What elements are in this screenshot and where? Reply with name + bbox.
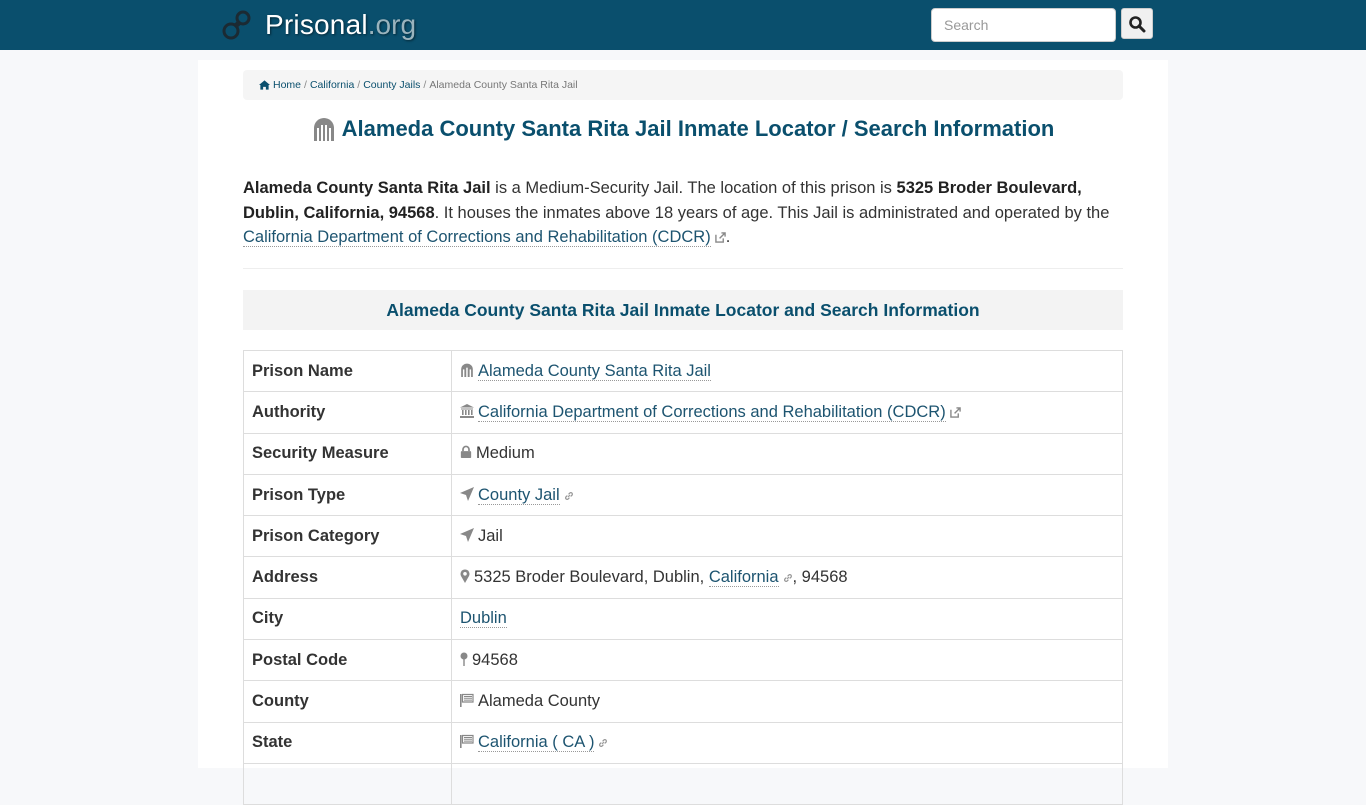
intro-prison-name: Alameda County Santa Rita Jail <box>243 179 491 197</box>
location-arrow-icon <box>460 527 474 542</box>
external-link-icon <box>949 407 961 418</box>
row-value <box>451 762 1123 805</box>
row-label: Prison Type <box>243 473 452 517</box>
table-row: Security Measure Medium <box>243 432 1123 475</box>
brand-name: Prisonal <box>265 9 368 40</box>
row-value: Alameda County <box>451 680 1123 723</box>
table-row: Prison Category Jail <box>243 515 1123 558</box>
search-button[interactable] <box>1121 8 1153 39</box>
table-row: Prison Type County Jail <box>243 473 1123 517</box>
breadcrumb-separator: / <box>423 79 427 91</box>
prison-category-value: Jail <box>478 526 503 545</box>
state-link[interactable]: California ( CA ) <box>478 733 595 753</box>
row-label: County <box>243 680 452 723</box>
prison-icon <box>461 363 473 377</box>
divider <box>243 268 1123 269</box>
row-label: Prison Category <box>243 515 452 558</box>
breadcrumb-separator: / <box>357 79 361 91</box>
page-title-text: Alameda County Santa Rita Jail Inmate Lo… <box>341 116 1055 141</box>
row-label: Postal Code <box>243 639 452 682</box>
flag-icon <box>460 693 474 708</box>
handcuffs-icon <box>222 10 251 40</box>
row-label <box>243 762 452 805</box>
address-state-link[interactable]: California <box>708 568 779 588</box>
intro-text: is a Medium-Security Jail. The location … <box>490 179 897 197</box>
map-pin-icon <box>460 652 468 666</box>
intro-paragraph: Alameda County Santa Rita Jail is a Medi… <box>243 176 1123 250</box>
row-value: 94568 <box>451 639 1123 682</box>
row-value: Alameda County Santa Rita Jail <box>451 349 1123 393</box>
row-label: Prison Name <box>243 349 452 393</box>
breadcrumb: Home / California / County Jails / Alame… <box>243 70 1123 100</box>
address-street: 5325 Broder Boulevard, Dublin, <box>474 568 709 587</box>
table-row: City Dublin <box>243 597 1123 641</box>
table-row: Prison Name Alameda County Santa Rita Ja… <box>243 349 1123 393</box>
intro-text: . <box>725 228 731 246</box>
row-label: Security Measure <box>243 432 452 475</box>
breadcrumb-home[interactable]: Home <box>273 79 301 91</box>
prison-info-table: Prison Name Alameda County Santa Rita Ja… <box>243 349 1123 805</box>
row-value: California ( CA ) <box>451 721 1123 764</box>
postal-code-value: 94568 <box>472 650 518 669</box>
city-link[interactable]: Dublin <box>460 609 507 629</box>
brand-tld: .org <box>367 9 417 40</box>
table-row: Postal Code 94568 <box>243 639 1123 682</box>
main-container: Home / California / County Jails / Alame… <box>198 60 1168 805</box>
row-value: Jail <box>451 515 1123 558</box>
intro-text: . It houses the inmates above 18 years o… <box>434 203 1110 222</box>
prison-icon <box>313 118 334 141</box>
row-value: County Jail <box>451 473 1123 517</box>
top-navbar: Prisonal .org <box>0 0 1366 50</box>
page-title: Alameda County Santa Rita Jail Inmate Lo… <box>243 116 1123 142</box>
row-value: 5325 Broder Boulevard, Dublin, Californi… <box>451 556 1123 599</box>
section-heading: Alameda County Santa Rita Jail Inmate Lo… <box>243 290 1123 330</box>
row-value: California Department of Corrections and… <box>451 391 1123 434</box>
row-value: Medium <box>451 432 1123 475</box>
intro-authority-link[interactable]: California Department of Corrections and… <box>243 228 711 247</box>
row-value: Dublin <box>451 597 1123 641</box>
lock-icon <box>460 445 472 459</box>
breadcrumb-county-jails[interactable]: County Jails <box>363 79 420 91</box>
external-link-icon <box>714 232 726 243</box>
county-value: Alameda County <box>478 692 600 711</box>
prison-type-link[interactable]: County Jail <box>478 485 560 505</box>
table-row: Authority California Department of Corre… <box>243 391 1123 434</box>
site-logo-link[interactable]: Prisonal .org <box>221 8 416 42</box>
breadcrumb-current: Alameda County Santa Rita Jail <box>429 79 578 91</box>
link-icon <box>564 491 573 500</box>
location-arrow-icon <box>460 486 474 501</box>
prison-name-link[interactable]: Alameda County Santa Rita Jail <box>478 361 711 381</box>
row-label: State <box>243 721 452 764</box>
row-label: Authority <box>243 391 452 434</box>
row-label: Address <box>243 556 452 599</box>
map-marker-icon <box>460 569 470 584</box>
breadcrumb-separator: / <box>304 79 307 91</box>
security-value: Medium <box>476 444 535 463</box>
search-icon <box>1129 15 1146 32</box>
link-icon <box>599 739 608 748</box>
institution-icon <box>460 403 474 418</box>
search-input[interactable] <box>931 8 1116 42</box>
address-zip: , 94568 <box>792 568 848 587</box>
table-row: County Alameda County <box>243 680 1123 723</box>
table-row: State California ( CA ) <box>243 721 1123 764</box>
row-label: City <box>243 597 452 641</box>
table-row <box>243 762 1123 805</box>
table-row: Address 5325 Broder Boulevard, Dublin, C… <box>243 556 1123 599</box>
authority-link[interactable]: California Department of Corrections and… <box>478 402 946 422</box>
flag-icon <box>460 735 474 749</box>
breadcrumb-california[interactable]: California <box>310 79 354 91</box>
home-icon <box>259 80 270 90</box>
link-icon <box>783 574 792 583</box>
